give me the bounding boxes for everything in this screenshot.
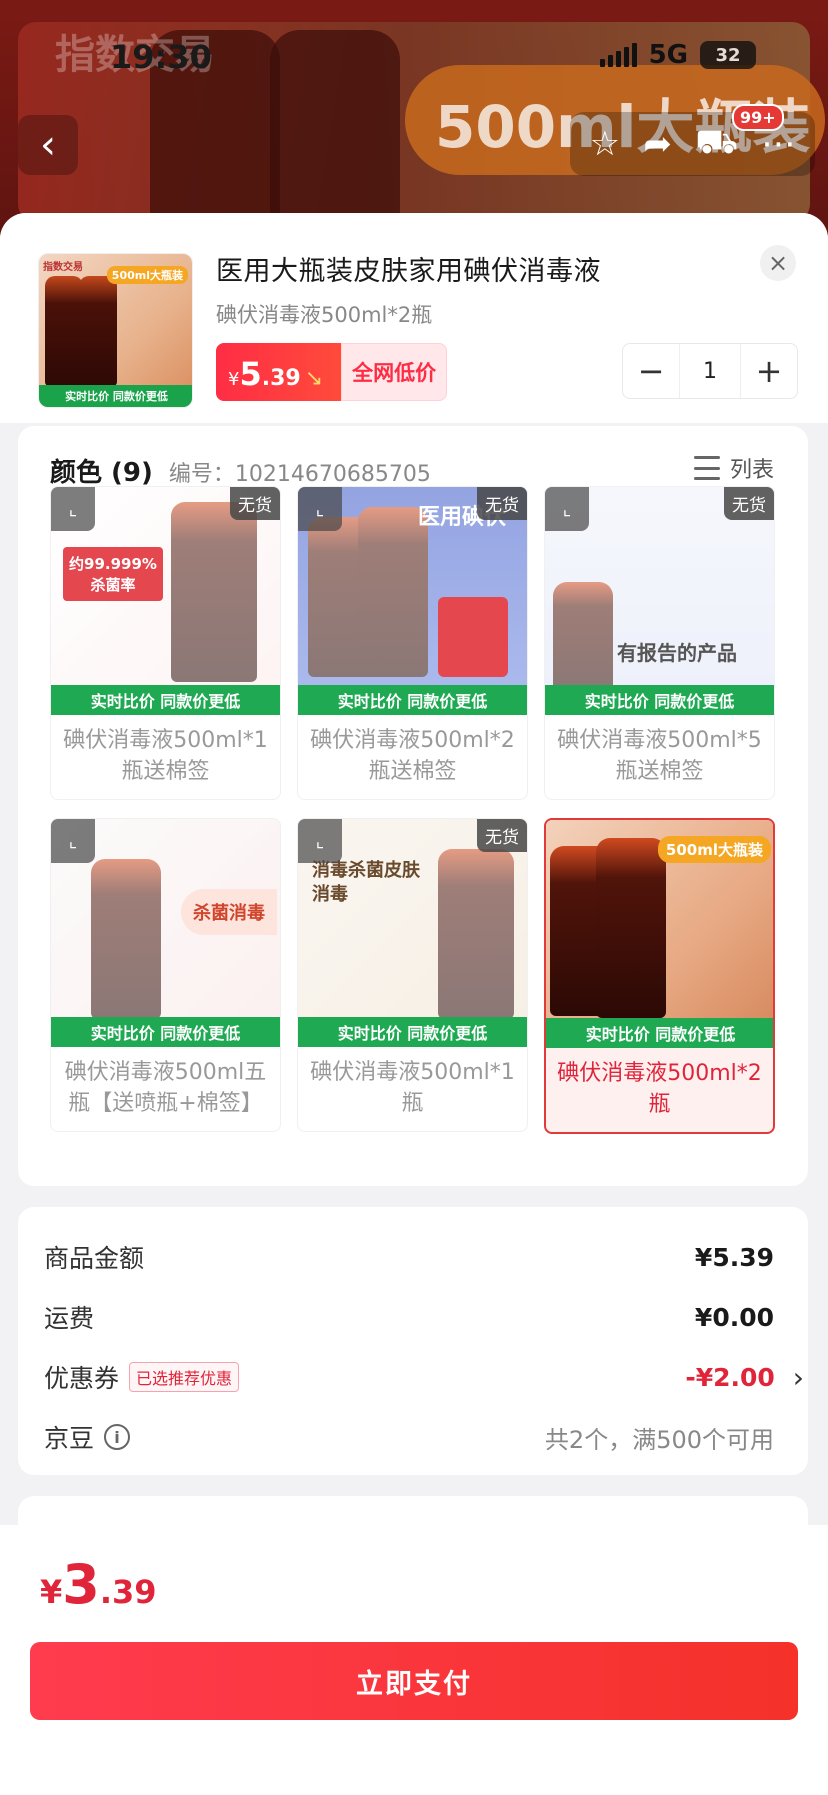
close-icon: × xyxy=(767,249,789,277)
product-thumbnail[interactable]: 指数交易 500ml大瓶装 实时比价 同款价更低 xyxy=(38,253,193,408)
soldout-badge: 无货 xyxy=(230,487,280,520)
close-button[interactable]: × xyxy=(760,245,796,281)
variant-label: 碘伏消毒液500ml*5瓶送棉签 xyxy=(557,728,762,784)
variant-card[interactable]: ⌞ 无货 有报告的产品 实时比价 同款价更低 碘伏消毒液500ml*5瓶送棉签 xyxy=(544,486,775,800)
variant-label: 碘伏消毒液500ml*1瓶送棉签 xyxy=(63,728,268,784)
cart-badge: 99+ xyxy=(732,104,784,131)
bottle-image xyxy=(308,517,372,677)
info-icon[interactable]: i xyxy=(104,1424,131,1450)
variant-label: 碘伏消毒液500ml*1瓶 xyxy=(310,1060,515,1116)
beans-row: 京豆 i 共2个，满500个可用 xyxy=(44,1424,774,1454)
battery-icon: 32 xyxy=(700,41,756,69)
thumb-compare-bar: 实时比价 同款价更低 xyxy=(39,385,192,407)
signal-icon xyxy=(599,43,637,67)
compare-bar: 实时比价 同款价更低 xyxy=(298,685,527,715)
bottle-image xyxy=(438,849,514,1019)
compare-bar: 实时比价 同款价更低 xyxy=(51,1017,280,1047)
product-code: 编号：10214670685705 xyxy=(168,462,431,487)
bottle-image xyxy=(596,838,666,1018)
back-button[interactable]: ‹ xyxy=(18,115,78,175)
price-main: ¥ 5 .39 ↘ xyxy=(216,343,342,401)
status-bar: 19:30 5G 32 xyxy=(0,0,828,110)
variant-label: 碘伏消毒液500ml*2瓶 xyxy=(557,1061,762,1117)
variant-card[interactable]: ⌞ 杀菌消毒 实时比价 同款价更低 碘伏消毒液500ml五瓶【送喷瓶+棉签】 xyxy=(50,818,281,1132)
amount-row: 商品金额 ¥5.39 xyxy=(44,1242,774,1274)
product-spec: 碘伏消毒液500ml*2瓶 xyxy=(216,303,433,327)
status-indicators: 5G 32 xyxy=(599,40,756,70)
list-icon xyxy=(693,456,720,480)
decrease-button[interactable]: − xyxy=(623,344,679,398)
checkout-footer: ¥ 3 .39 立即支付 xyxy=(0,1525,828,1795)
quantity-stepper: − 1 + xyxy=(622,343,798,399)
variant-selector: 颜色 (9) 编号：10214670685705 列表 ⌞ 无货 约99.999… xyxy=(18,426,808,1186)
bottle-image xyxy=(45,276,83,386)
bottle-image xyxy=(358,507,428,677)
variant-section-title: 颜色 (9) xyxy=(50,458,153,488)
variant-card-selected[interactable]: 500ml大瓶装 实时比价 同款价更低 碘伏消毒液500ml*2瓶 xyxy=(544,818,775,1134)
pay-now-button[interactable]: 立即支付 xyxy=(30,1642,798,1720)
expand-icon[interactable]: ⌞ xyxy=(298,487,342,531)
variant-label: 碘伏消毒液500ml*2瓶送棉签 xyxy=(310,728,515,784)
chevron-left-icon: ‹ xyxy=(40,122,56,168)
bottle-image xyxy=(79,276,117,386)
variant-label: 碘伏消毒液500ml五瓶【送喷瓶+棉签】 xyxy=(64,1060,267,1116)
sheet-header: 指数交易 500ml大瓶装 实时比价 同款价更低 医用大瓶装皮肤家用碘伏消毒液 … xyxy=(0,213,828,423)
lowest-price-tag: 全网低价 xyxy=(341,343,448,401)
price-down-icon: ↘ xyxy=(304,366,324,391)
cart-icon[interactable]: ⛟ xyxy=(695,122,738,167)
bottle-image xyxy=(553,582,613,692)
quantity-value[interactable]: 1 xyxy=(679,344,741,398)
thumb-size-tag: 500ml大瓶装 xyxy=(106,266,188,284)
expand-icon[interactable]: ⌞ xyxy=(298,819,342,863)
thumb-brand: 指数交易 xyxy=(43,262,83,273)
shipping-row: 运费 ¥0.00 xyxy=(44,1302,774,1334)
compare-bar: 实时比价 同款价更低 xyxy=(298,1017,527,1047)
chevron-right-icon: › xyxy=(792,1360,804,1394)
status-time: 19:30 xyxy=(110,38,212,76)
expand-icon[interactable]: ⌞ xyxy=(51,819,95,863)
soldout-badge: 无货 xyxy=(477,487,527,520)
expand-icon[interactable]: ⌞ xyxy=(51,487,95,531)
increase-button[interactable]: + xyxy=(741,344,797,398)
compare-bar: 实时比价 同款价更低 xyxy=(545,685,774,715)
variant-card[interactable]: ⌞ 无货 消毒杀菌皮肤消毒 实时比价 同款价更低 碘伏消毒液500ml*1瓶 xyxy=(297,818,528,1132)
network-label: 5G xyxy=(648,40,688,70)
price-box: ¥ 5 .39 ↘ 全网低价 xyxy=(216,343,448,401)
total-price: ¥ 3 .39 xyxy=(40,1553,157,1616)
order-summary: 商品金额 ¥5.39 运费 ¥0.00 优惠券 已选推荐优惠 -¥2.00 › … xyxy=(18,1207,808,1475)
coupon-tag: 已选推荐优惠 xyxy=(129,1362,240,1392)
variant-card[interactable]: ⌞ 无货 医用碘伏 实时比价 同款价更低 碘伏消毒液500ml*2瓶送棉签 xyxy=(297,486,528,800)
variant-card[interactable]: ⌞ 无货 约99.999%杀菌率 实时比价 同款价更低 碘伏消毒液500ml*1… xyxy=(50,486,281,800)
soldout-badge: 无货 xyxy=(724,487,774,520)
compare-bar: 实时比价 同款价更低 xyxy=(546,1018,773,1048)
soldout-badge: 无货 xyxy=(477,819,527,852)
compare-bar: 实时比价 同款价更低 xyxy=(51,685,280,715)
favorite-star-icon[interactable]: ☆ xyxy=(590,124,620,164)
expand-icon[interactable]: ⌞ xyxy=(545,487,589,531)
share-icon[interactable]: ➦ xyxy=(643,124,672,164)
bottle-image xyxy=(171,502,257,682)
bottle-image xyxy=(91,859,161,1019)
product-title: 医用大瓶装皮肤家用碘伏消毒液 xyxy=(216,256,601,287)
coupon-row[interactable]: 优惠券 已选推荐优惠 -¥2.00 › xyxy=(44,1355,804,1399)
list-view-toggle[interactable]: 列表 xyxy=(693,452,774,484)
